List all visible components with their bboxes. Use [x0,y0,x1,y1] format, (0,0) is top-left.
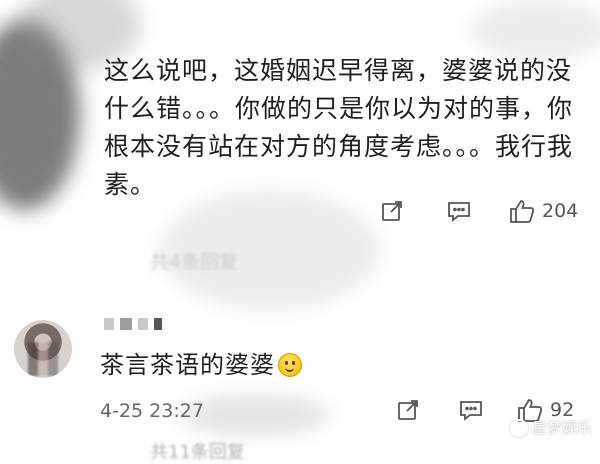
like-icon [510,200,535,223]
more-replies-link[interactable]: 共11条回复 [150,438,245,464]
watermark-text: 星梦娱乐 [531,419,592,437]
watermark: 星梦娱乐 [509,417,592,438]
comment-button[interactable] [446,199,472,223]
comment-icon [448,202,470,222]
comment-text: 这么说吧，这婚姻迟早得离，婆婆说的没什么错。。。你做的只是你以为对的事，你根本没… [104,56,574,199]
watermark-logo-icon [509,418,528,437]
comment-button[interactable] [458,398,484,422]
like-count: 204 [542,200,579,222]
reply-count-link[interactable]: 共4条回复 [150,247,238,274]
timestamp: 4-25 23:27 [100,400,204,422]
smile-emoji-icon [278,353,302,377]
username-mosaic[interactable] [104,318,162,330]
avatar-mosaic [28,342,58,376]
reply-text: 茶言茶语的婆婆 [100,346,302,384]
forward-button[interactable] [380,199,404,223]
reply-text-content: 茶言茶语的婆婆 [100,351,275,379]
blur-smudge [470,0,600,60]
comment-icon [460,401,482,421]
comment-actions: 204 [380,198,578,224]
like-button[interactable]: 204 [508,198,578,224]
forward-button[interactable] [396,398,420,422]
forward-icon [382,201,402,221]
forward-icon [398,400,418,420]
avatar[interactable] [14,320,72,378]
blur-smudge [0,20,80,210]
